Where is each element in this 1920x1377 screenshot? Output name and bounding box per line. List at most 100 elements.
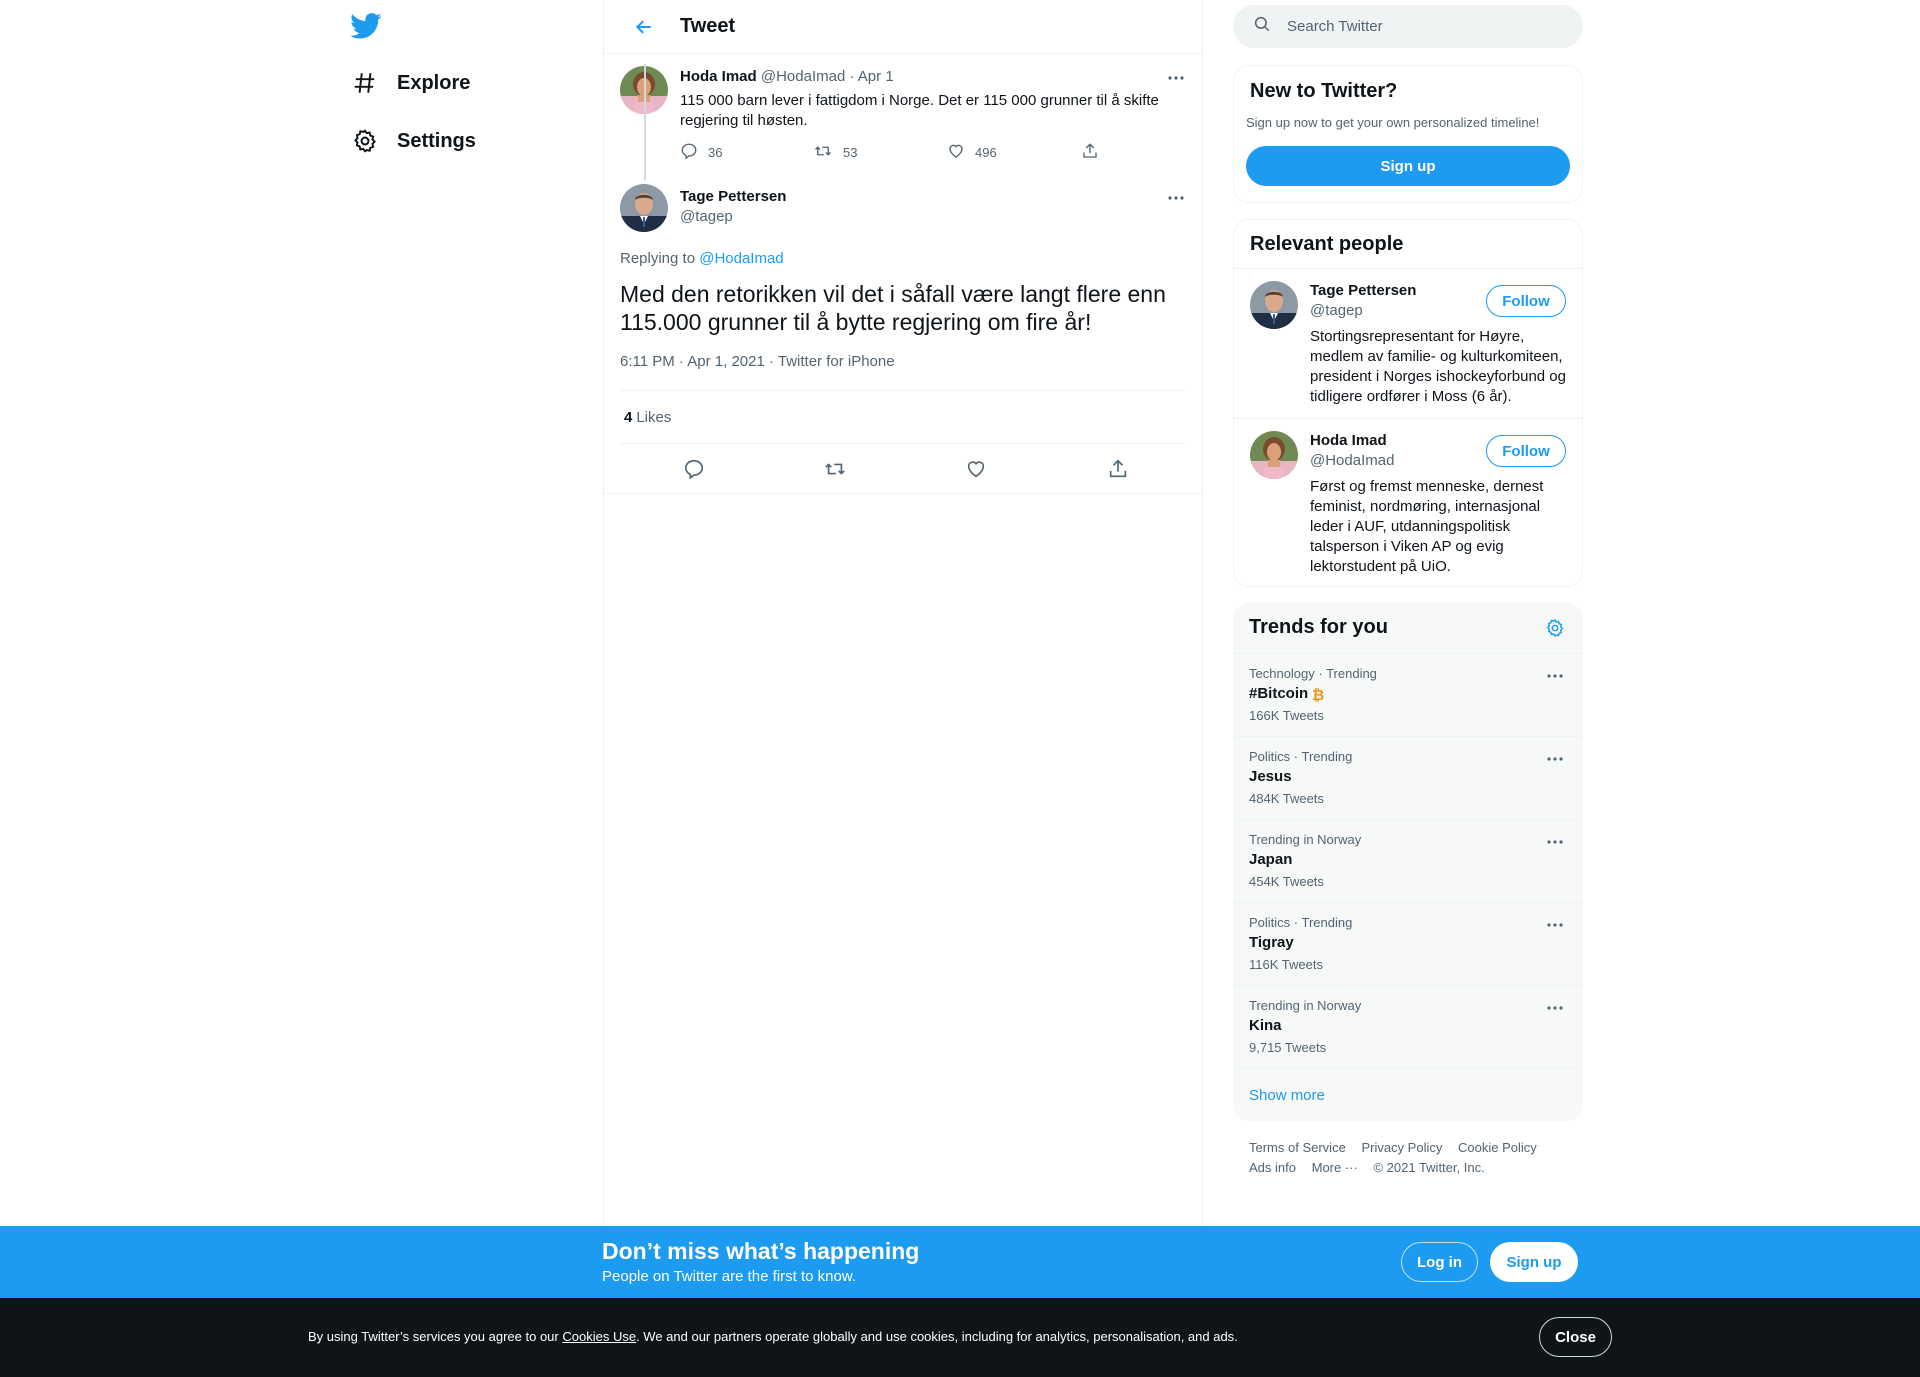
reply-icon[interactable] xyxy=(679,454,709,484)
avatar-hoda-imad[interactable] xyxy=(1250,431,1298,479)
person-name[interactable]: Tage Pettersen xyxy=(1310,282,1416,299)
nav-explore-label: Explore xyxy=(397,71,471,94)
nav-settings[interactable]: Settings xyxy=(345,116,476,166)
trend-name: Japan xyxy=(1249,851,1293,868)
trend-count: 116K Tweets xyxy=(1249,957,1323,972)
trend-count: 166K Tweets xyxy=(1249,708,1324,723)
follow-button[interactable]: Follow xyxy=(1486,435,1566,467)
trend-name: Kina xyxy=(1249,1017,1282,1034)
trend-meta: Trending in Norway xyxy=(1249,832,1362,847)
search-input[interactable] xyxy=(1287,18,1547,35)
share-button[interactable] xyxy=(1081,142,1099,163)
cookie-policy-link[interactable]: Cookie Policy xyxy=(1458,1140,1537,1155)
more-icon[interactable] xyxy=(1543,998,1567,1018)
trend-meta: Technology · Trending xyxy=(1249,666,1377,681)
reply-icon xyxy=(680,142,698,163)
share-icon[interactable] xyxy=(1103,454,1133,484)
replying-to-link[interactable]: @HodaImad xyxy=(699,250,783,267)
tweet-timestamp[interactable]: 6:11 PM · Apr 1, 2021 · Twitter for iPho… xyxy=(620,353,895,370)
signup-button[interactable]: Sign up xyxy=(1490,1242,1578,1282)
relevant-people-card: Relevant people Tage Pettersen @tagep St… xyxy=(1233,219,1583,587)
person-bio: Stortingsrepresentant for Høyre, medlem … xyxy=(1310,328,1566,405)
trend-item[interactable]: Trending in Norway Japan 454K Tweets xyxy=(1233,819,1583,902)
cookie-bar: By using Twitter’s services you agree to… xyxy=(0,1298,1920,1377)
reply-button[interactable]: 36 xyxy=(680,142,722,163)
person-handle[interactable]: @tagep xyxy=(1310,302,1363,319)
main-author-name[interactable]: Tage Pettersen xyxy=(680,188,786,205)
cookies-use-link[interactable]: Cookies Use xyxy=(562,1329,636,1344)
show-more-link[interactable]: Show more xyxy=(1233,1068,1583,1121)
replying-to: Replying to @HodaImad xyxy=(620,250,784,267)
more-link[interactable]: More ··· xyxy=(1312,1160,1358,1175)
person-handle[interactable]: @HodaImad xyxy=(1310,452,1394,469)
parent-tweet-text: 115 000 barn lever i fattigdom i Norge. … xyxy=(680,92,1159,129)
cookie-text: By using Twitter’s services you agree to… xyxy=(308,1329,1238,1344)
trend-item[interactable]: Trending in Norway Kina 9,715 Tweets xyxy=(1233,985,1583,1068)
back-arrow-icon[interactable] xyxy=(616,7,672,47)
parent-tweet[interactable]: Hoda Imad @HodaImad · Apr 1 115 000 barn… xyxy=(604,54,1202,174)
privacy-link[interactable]: Privacy Policy xyxy=(1361,1140,1442,1155)
trend-name: Tigray xyxy=(1249,934,1294,951)
nav-explore[interactable]: Explore xyxy=(345,58,470,108)
signup-button[interactable]: Sign up xyxy=(1246,146,1570,186)
person-bio: Først og fremst menneske, dernest femini… xyxy=(1310,478,1544,575)
retweet-button[interactable]: 53 xyxy=(813,142,857,163)
bitcoin-icon: ₿ xyxy=(1311,686,1325,702)
close-button[interactable]: Close xyxy=(1539,1317,1612,1357)
gear-icon[interactable] xyxy=(1543,616,1567,640)
page-title: Tweet xyxy=(680,15,736,37)
twitter-logo-icon[interactable] xyxy=(350,10,382,42)
retweet-icon[interactable] xyxy=(820,454,850,484)
main-tweet-actions xyxy=(604,444,1202,494)
tweet-header: Tweet xyxy=(604,0,1202,54)
more-icon[interactable] xyxy=(1543,666,1567,686)
trends-title: Trends for you xyxy=(1249,616,1388,638)
copyright: © 2021 Twitter, Inc. xyxy=(1373,1160,1485,1175)
parent-author-handle[interactable]: @HodaImad xyxy=(761,68,845,85)
avatar-tage-pettersen[interactable] xyxy=(620,184,668,232)
terms-link[interactable]: Terms of Service xyxy=(1249,1140,1346,1155)
trend-count: 9,715 Tweets xyxy=(1249,1040,1327,1055)
like-count: 496 xyxy=(975,145,997,160)
avatar-tage-pettersen[interactable] xyxy=(1250,281,1298,329)
like-button[interactable]: 496 xyxy=(947,142,997,163)
person-card[interactable]: Tage Pettersen @tagep Stortingsrepresent… xyxy=(1234,268,1582,418)
trend-item[interactable]: Technology · Trending #Bitcoin ₿ 166K Tw… xyxy=(1233,653,1583,736)
trends-card: Trends for you Technology · Trending #Bi… xyxy=(1233,603,1583,1121)
more-icon[interactable] xyxy=(1543,832,1567,852)
nav-settings-label: Settings xyxy=(397,129,476,152)
more-icon[interactable] xyxy=(1543,749,1567,769)
signup-banner: Don’t miss what’s happening People on Tw… xyxy=(0,1226,1920,1298)
more-icon[interactable] xyxy=(1543,915,1567,935)
parent-tweet-date[interactable]: · Apr 1 xyxy=(849,68,893,85)
login-button[interactable]: Log in xyxy=(1401,1242,1478,1282)
replying-prefix: Replying to xyxy=(620,250,696,267)
follow-button[interactable]: Follow xyxy=(1486,285,1566,317)
trend-name-text: #Bitcoin xyxy=(1249,685,1309,702)
more-icon[interactable] xyxy=(1164,68,1188,88)
banner-subtitle: People on Twitter are the first to know. xyxy=(602,1268,857,1285)
main-author-handle[interactable]: @tagep xyxy=(680,208,733,225)
trend-item[interactable]: Politics · Trending Tigray 116K Tweets xyxy=(1233,902,1583,985)
like-icon[interactable] xyxy=(961,454,991,484)
trend-name: #Bitcoin ₿ xyxy=(1249,685,1325,702)
trend-count: 454K Tweets xyxy=(1249,874,1324,889)
share-icon xyxy=(1081,142,1099,163)
trend-meta: Politics · Trending xyxy=(1249,915,1353,930)
trend-meta: Politics · Trending xyxy=(1249,749,1353,764)
more-icon[interactable] xyxy=(1164,188,1188,208)
parent-author-name[interactable]: Hoda Imad xyxy=(680,68,757,85)
banner-title: Don’t miss what’s happening xyxy=(602,1238,920,1264)
gear-icon xyxy=(345,121,385,161)
reply-count: 36 xyxy=(708,145,723,160)
ads-info-link[interactable]: Ads info xyxy=(1249,1160,1296,1175)
like-icon xyxy=(947,142,965,163)
trend-item[interactable]: Politics · Trending Jesus 484K Tweets xyxy=(1233,736,1583,819)
likes-stat[interactable]: 4 Likes xyxy=(620,390,1186,444)
person-card[interactable]: Hoda Imad @HodaImad Først og fremst menn… xyxy=(1234,418,1582,586)
thread-connector-line xyxy=(644,64,646,180)
search-bar[interactable] xyxy=(1233,5,1583,48)
retweet-icon xyxy=(813,142,833,163)
cookie-text-after: . We and our partners operate globally a… xyxy=(636,1329,1238,1344)
person-name[interactable]: Hoda Imad xyxy=(1310,432,1387,449)
